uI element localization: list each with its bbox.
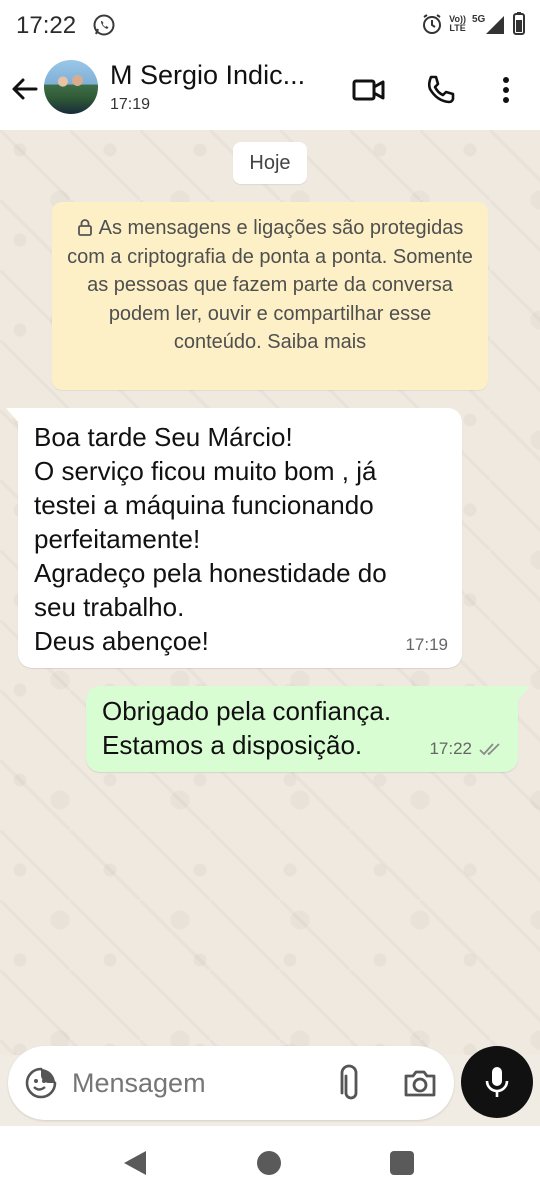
message-line: Obrigado pela confiança.: [102, 696, 392, 726]
status-time: 17:22: [16, 12, 77, 39]
contact-last-seen: 17:19: [110, 96, 151, 113]
battery-icon: [513, 12, 525, 35]
message-line: perfeitamente!: [34, 524, 201, 554]
avatar[interactable]: [44, 60, 98, 114]
lock-icon: [77, 219, 92, 236]
paperclip-icon[interactable]: [334, 1064, 364, 1102]
system-nav-bar: [0, 1126, 540, 1200]
video-camera-icon[interactable]: [350, 72, 386, 108]
encryption-notice[interactable]: As mensagens e ligações são protegidas c…: [52, 202, 488, 390]
microphone-icon: [485, 1067, 509, 1097]
message-line: Boa tarde Seu Márcio!: [34, 422, 293, 452]
double-check-icon: [479, 743, 500, 756]
message-line: seu trabalho.: [34, 592, 185, 622]
message-line: O serviço ficou muito bom , já: [34, 456, 377, 486]
phone-icon[interactable]: [422, 72, 458, 108]
emoji-sticker-icon[interactable]: [24, 1066, 58, 1100]
status-bar: 17:22 Vo)) LTE 5G: [0, 0, 540, 50]
date-chip: Hoje: [233, 142, 307, 184]
arrow-left-icon[interactable]: [10, 74, 40, 104]
message-outgoing[interactable]: Obrigado pela confiança. Estamos a dispo…: [86, 686, 530, 772]
camera-icon[interactable]: [402, 1066, 438, 1100]
microphone-button[interactable]: [461, 1046, 533, 1118]
message-composer: [8, 1046, 454, 1120]
message-input[interactable]: [72, 1062, 312, 1104]
chat-header: M Sergio Indic... 17:19: [0, 50, 540, 130]
message-incoming[interactable]: Boa tarde Seu Márcio! O serviço ficou mu…: [6, 408, 462, 668]
encryption-notice-text: As mensagens e ligações são protegidas c…: [67, 217, 473, 353]
alarm-icon: [423, 14, 442, 34]
message-meta: 17:22: [429, 732, 504, 766]
message-line: Deus abençoe!: [34, 626, 209, 656]
contact-name[interactable]: M Sergio Indic...: [110, 60, 305, 91]
nav-back-icon[interactable]: [122, 1150, 148, 1176]
nav-recents-icon[interactable]: [390, 1151, 414, 1175]
more-vertical-icon[interactable]: [488, 72, 524, 108]
status-icons: Vo)) LTE 5G: [421, 12, 526, 36]
volte-indicator: Vo)) LTE: [449, 14, 466, 33]
whatsapp-notification-icon: [93, 14, 115, 36]
signal-icon: 5G: [472, 14, 504, 34]
signal-label: 5G: [472, 14, 486, 25]
nav-home-icon[interactable]: [257, 1151, 281, 1175]
message-time: 17:19: [405, 635, 448, 654]
message-line: testei a máquina funcionando: [34, 490, 374, 520]
message-time: 17:22: [429, 739, 472, 758]
message-line: Agradeço pela honestidade do: [34, 558, 387, 588]
